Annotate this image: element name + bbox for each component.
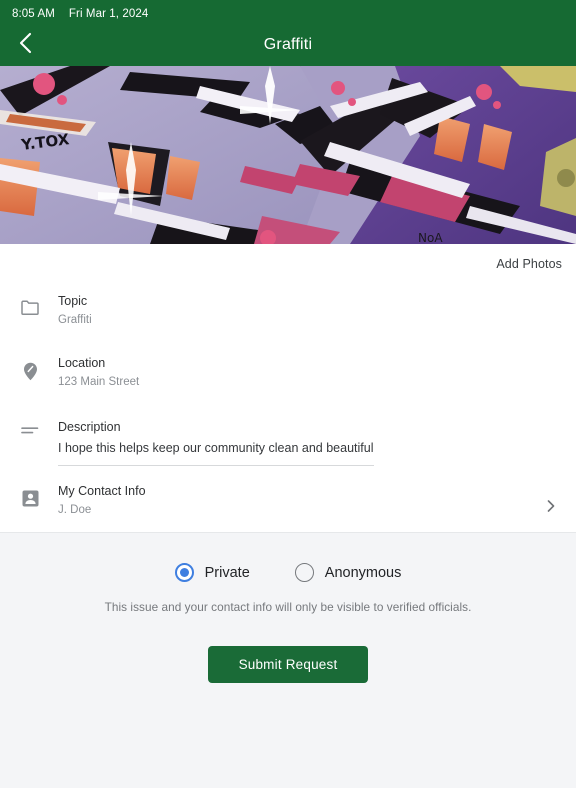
folder-icon <box>18 290 42 315</box>
field-body-location: Location 123 Main Street <box>58 352 562 390</box>
description-underline <box>58 465 374 466</box>
status-bar-time: 8:05 AM <box>12 8 55 20</box>
issue-form-list: Topic Graffiti Location 123 Main Street <box>0 284 576 532</box>
field-value-topic: Graffiti <box>58 314 92 326</box>
submit-panel: Private Anonymous This issue and your co… <box>0 532 576 788</box>
field-row-location[interactable]: Location 123 Main Street <box>0 352 576 404</box>
field-value-contact-info: J. Doe <box>58 504 92 516</box>
radio-label-anonymous: Anonymous <box>324 564 402 581</box>
page-title: Graffiti <box>263 36 313 53</box>
radio-button-anonymous[interactable] <box>294 563 314 582</box>
description-lines-icon <box>18 416 42 436</box>
radio-option-anonymous[interactable]: Anonymous <box>294 563 402 582</box>
report-issue-screen: 8:05 AM Fri Mar 1, 2024 Graffiti Y.TOX N… <box>0 0 576 788</box>
back-button[interactable] <box>8 28 42 62</box>
field-label-description: Description <box>58 420 121 434</box>
field-row-contact-info[interactable]: My Contact Info J. Doe <box>0 480 576 532</box>
description-input-value[interactable]: I hope this helps keep our community cle… <box>58 440 562 456</box>
add-photos-row: Add Photos <box>0 244 576 284</box>
field-body-contact-info: My Contact Info J. Doe <box>58 480 562 518</box>
submit-button-wrap: Submit Request <box>0 646 576 683</box>
map-pin-icon <box>18 352 42 381</box>
radio-label-private: Private <box>204 564 250 581</box>
chevron-left-icon <box>18 32 33 59</box>
account-box-icon <box>18 480 42 507</box>
field-label-contact-info: My Contact Info <box>58 484 146 498</box>
status-bar: 8:05 AM Fri Mar 1, 2024 <box>0 0 576 24</box>
radio-option-private[interactable]: Private <box>174 563 250 582</box>
add-photos-button[interactable]: Add Photos <box>496 257 562 271</box>
submit-request-button[interactable]: Submit Request <box>208 646 368 683</box>
field-value-location: 123 Main Street <box>58 376 140 388</box>
issue-photo[interactable]: Y.TOX NoA <box>0 66 576 244</box>
navigation-bar: Graffiti <box>0 24 576 66</box>
svg-text:NoA: NoA <box>418 231 443 244</box>
chevron-right-icon[interactable] <box>546 500 556 512</box>
field-label-location: Location <box>58 356 106 370</box>
status-bar-date: Fri Mar 1, 2024 <box>68 8 149 20</box>
field-body-description: Description I hope this helps keep our c… <box>58 416 562 466</box>
visibility-radio-group: Private Anonymous <box>0 533 576 582</box>
privacy-note: This issue and your contact info will on… <box>104 600 472 614</box>
radio-button-private[interactable] <box>174 563 194 582</box>
field-label-topic: Topic <box>58 294 88 308</box>
field-row-topic[interactable]: Topic Graffiti <box>0 290 576 342</box>
app-header: 8:05 AM Fri Mar 1, 2024 Graffiti <box>0 0 576 66</box>
field-row-description[interactable]: Description I hope this helps keep our c… <box>0 416 576 468</box>
field-body-topic: Topic Graffiti <box>58 290 562 328</box>
